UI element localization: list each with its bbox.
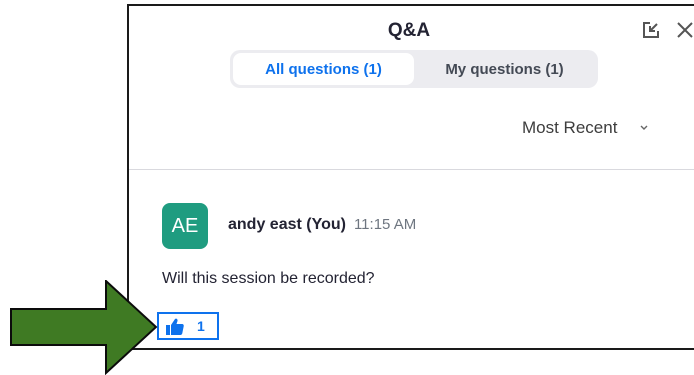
- panel-title: Q&A: [387, 20, 431, 41]
- question-text: Will this session be recorded?: [162, 270, 375, 287]
- chevron-down-icon: [640, 125, 648, 130]
- question-time: 11:15 AM: [353, 216, 417, 233]
- popout-icon[interactable]: [641, 20, 661, 40]
- annotation-arrow-icon: [10, 280, 158, 375]
- upvote-count: 1: [197, 318, 205, 334]
- close-icon[interactable]: [675, 20, 694, 40]
- thumbs-up-icon: [166, 318, 184, 335]
- sort-dropdown[interactable]: Most Recent: [522, 118, 649, 138]
- tab-all-questions[interactable]: All questions (1): [233, 53, 414, 85]
- sort-label: Most Recent: [522, 118, 618, 137]
- author-name: andy east (You): [228, 216, 346, 233]
- divider: [129, 169, 694, 170]
- question-author: andy east (You) 11:15 AM: [228, 216, 416, 234]
- tab-my-questions[interactable]: My questions (1): [414, 53, 595, 85]
- question-tabs: All questions (1) My questions (1): [230, 50, 598, 88]
- avatar: AE: [162, 203, 208, 249]
- upvote-button[interactable]: 1: [157, 312, 219, 340]
- qa-panel: Q&A All questions (1) My questions (1) M…: [127, 4, 694, 350]
